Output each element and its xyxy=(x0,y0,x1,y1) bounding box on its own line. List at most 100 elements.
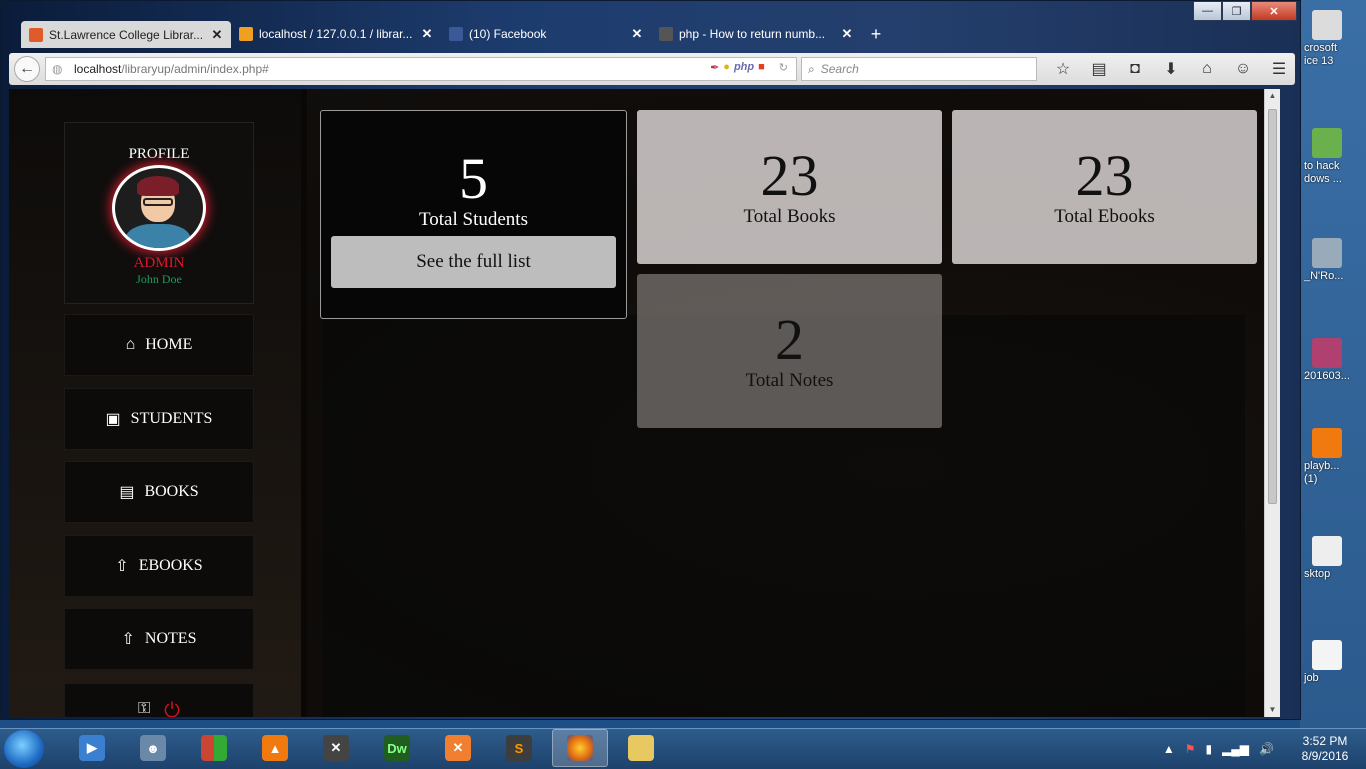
tab-strip: St.Lawrence College Librar... ✕ localhos… xyxy=(21,21,891,48)
address-bar[interactable]: ◍ localhost /libraryup/admin/index.php# … xyxy=(45,57,797,81)
video-file-icon xyxy=(1312,238,1342,268)
close-tab-icon[interactable]: ✕ xyxy=(841,26,853,42)
reload-icon[interactable]: ↻ xyxy=(779,61,788,74)
facebook-favicon-icon xyxy=(449,27,463,41)
tab-stackoverflow[interactable]: php - How to return numb... ✕ xyxy=(651,21,861,47)
network-icon[interactable]: ▂▄▆ xyxy=(1222,742,1249,756)
back-button[interactable]: ← xyxy=(14,56,40,82)
taskbar-app[interactable]: S xyxy=(491,729,547,767)
sidebar-item-home[interactable]: ⌂ HOME xyxy=(64,314,254,376)
maximize-button[interactable]: ❐ xyxy=(1222,1,1251,21)
close-window-button[interactable]: ✕ xyxy=(1251,1,1297,21)
see-full-list-button[interactable]: See the full list xyxy=(331,236,616,288)
desktop-icon[interactable]: 201603... xyxy=(1300,338,1366,383)
new-tab-button[interactable]: + xyxy=(861,21,891,47)
desktop-icon[interactable]: _N'Ro... xyxy=(1300,238,1366,283)
tab-facebook[interactable]: (10) Facebook ✕ xyxy=(441,21,651,47)
globe-icon: ◍ xyxy=(52,62,63,76)
key-icon: ⚿ xyxy=(137,700,151,717)
taskbar: ▶ ☻ ▲ ✕ Dw ✕ S ▲ ⚑ ▮ ▂▄▆ 🔊 3:52 PM 8/9/2… xyxy=(0,728,1366,769)
taskbar-app[interactable]: ☻ xyxy=(125,729,181,767)
desktop-icon[interactable]: job xyxy=(1300,640,1366,685)
xampp-tools-icon: ✕ xyxy=(323,735,349,761)
search-placeholder: Search xyxy=(820,62,859,76)
file-explorer-icon xyxy=(628,735,654,761)
sidebar: PROFILE ADMIN John Doe ⌂ HOME ▣ STUDENTS xyxy=(9,89,307,717)
search-icon: ⌕ xyxy=(808,61,815,76)
close-tab-icon[interactable]: ✕ xyxy=(631,26,643,42)
books-card: 23 Total Books xyxy=(637,110,942,264)
notes-label: Total Notes xyxy=(745,370,834,391)
scroll-up-icon[interactable]: ▲ xyxy=(1265,89,1280,103)
file-icon xyxy=(1312,536,1342,566)
hamburger-menu-icon[interactable]: ☰ xyxy=(1261,57,1297,81)
search-bar[interactable]: ⌕ Search xyxy=(801,57,1037,81)
books-count: 23 xyxy=(760,143,819,208)
start-button[interactable] xyxy=(4,730,44,768)
sidebar-item-students[interactable]: ▣ STUDENTS xyxy=(64,388,254,450)
video-file-icon xyxy=(1312,338,1342,368)
sublime-text-icon: S xyxy=(506,735,532,761)
close-tab-icon[interactable]: ✕ xyxy=(211,27,223,43)
tab-phpmyadmin[interactable]: localhost / 127.0.0.1 / librar... ✕ xyxy=(231,21,441,47)
show-hidden-icons-icon[interactable]: ▲ xyxy=(1163,742,1175,756)
xampp-icon: ✕ xyxy=(445,735,471,761)
sidebar-item-notes[interactable]: ⇧ NOTES xyxy=(64,608,254,670)
scrollbar-thumb[interactable] xyxy=(1268,109,1277,504)
profile-card: PROFILE ADMIN John Doe xyxy=(64,122,254,304)
taskbar-app[interactable] xyxy=(613,729,669,767)
desktop-icon-label: playb... (1) xyxy=(1304,460,1340,485)
sidebar-item-label: BOOKS xyxy=(144,483,199,500)
url-path: /libraryup/admin/index.php# xyxy=(121,62,269,76)
sidebar-item-logout[interactable]: ⚿ ⏻ xyxy=(64,683,254,717)
taskbar-app[interactable]: Dw xyxy=(369,729,425,767)
vlc-icon: ▲ xyxy=(262,735,288,761)
desktop-icon[interactable]: sktop xyxy=(1300,536,1366,581)
action-center-icon[interactable]: ⚑ xyxy=(1185,742,1196,756)
tab-library[interactable]: St.Lawrence College Librar... ✕ xyxy=(21,21,231,48)
volume-icon[interactable]: 🔊 xyxy=(1259,742,1274,756)
desktop-icon[interactable]: playb... (1) xyxy=(1300,428,1366,486)
scroll-down-icon[interactable]: ▼ xyxy=(1265,703,1280,717)
minimize-button[interactable]: — xyxy=(1193,1,1222,21)
user-role: ADMIN xyxy=(133,255,185,271)
taskbar-app[interactable] xyxy=(552,729,608,767)
feather-icon: ✒ xyxy=(710,62,720,74)
sidebar-item-books[interactable]: ▤ BOOKS xyxy=(64,461,254,523)
browser-toolbar: ☆ ▤ ◘ ⬇ ⌂ ☺ ☰ xyxy=(1045,57,1297,81)
tab-label: localhost / 127.0.0.1 / librar... xyxy=(259,27,413,41)
sidebar-item-ebooks[interactable]: ⇧ EBOOKS xyxy=(64,535,254,597)
taskbar-app[interactable]: ✕ xyxy=(430,729,486,767)
taskbar-app[interactable]: ✕ xyxy=(308,729,364,767)
smiley-icon[interactable]: ☺ xyxy=(1225,57,1261,81)
sidebar-item-label: NOTES xyxy=(144,630,197,647)
tab-label: php - How to return numb... xyxy=(679,27,826,41)
taskbar-app[interactable] xyxy=(186,729,242,767)
books-icon: ▤ xyxy=(119,484,135,501)
bookmark-star-icon[interactable]: ☆ xyxy=(1045,57,1081,81)
home-browser-icon[interactable]: ⌂ xyxy=(1189,57,1225,81)
reading-list-icon[interactable]: ▤ xyxy=(1081,57,1117,81)
close-tab-icon[interactable]: ✕ xyxy=(421,26,433,42)
taskbar-app[interactable]: ▶ xyxy=(64,729,120,767)
page-scrollbar[interactable]: ▲ ▼ xyxy=(1264,89,1280,717)
desktop-icon[interactable]: crosoft ice 13 xyxy=(1300,10,1366,68)
phpmyadmin-favicon-icon xyxy=(239,27,253,41)
firefox-icon xyxy=(567,735,593,761)
tab-label: St.Lawrence College Librar... xyxy=(49,27,204,42)
window-controls: — ❐ ✕ xyxy=(1193,1,1297,21)
clock[interactable]: 3:52 PM 8/9/2016 xyxy=(1292,734,1358,764)
battery-icon[interactable]: ▮ xyxy=(1205,742,1212,756)
vlc-icon xyxy=(1312,428,1342,458)
home-icon: ⌂ xyxy=(125,336,136,353)
desktop-icon-label: to hack dows ... xyxy=(1304,160,1342,185)
windows-icon: ■ xyxy=(758,61,765,73)
taskbar-app[interactable]: ▲ xyxy=(247,729,303,767)
desktop-icon[interactable]: to hack dows ... xyxy=(1300,128,1366,186)
notes-card: 2 Total Notes xyxy=(637,274,942,428)
sidebar-item-label: STUDENTS xyxy=(130,410,213,427)
avatar xyxy=(112,165,206,251)
pocket-icon[interactable]: ◘ xyxy=(1117,57,1153,81)
download-icon[interactable]: ⬇ xyxy=(1153,57,1189,81)
system-tray: ▲ ⚑ ▮ ▂▄▆ 🔊 3:52 PM 8/9/2016 xyxy=(1163,729,1358,769)
